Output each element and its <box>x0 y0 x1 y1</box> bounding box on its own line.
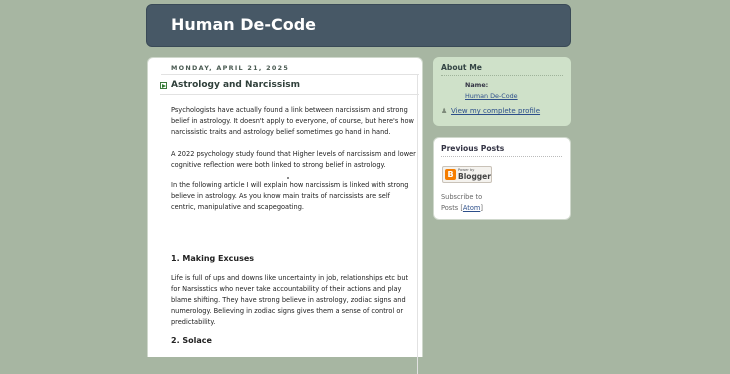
about-divider <box>441 75 563 76</box>
title-divider <box>160 94 419 95</box>
posts-text: Posts <box>441 204 459 212</box>
about-me-title: About Me <box>441 63 482 72</box>
badge-brand: Blogger <box>458 172 491 181</box>
section-heading: 1. Making Excuses <box>171 254 255 263</box>
about-me-widget: About Me Name: Human De-Code ♟ View my c… <box>433 57 571 126</box>
post-arrow-icon <box>160 82 167 89</box>
name-label: Name: <box>465 81 489 89</box>
post-paragraph: Life is full of ups and downs like uncer… <box>171 274 409 326</box>
previous-posts-title: Previous Posts <box>441 144 505 153</box>
subscribe-block: Subscribe to Posts [Atom] <box>441 193 483 212</box>
blogger-icon: B <box>445 169 456 180</box>
blog-header: Human De-Code <box>146 4 571 47</box>
previous-posts-widget: Previous Posts B Power by Blogger Subscr… <box>433 137 571 220</box>
post-paragraph: In the following article I will explain … <box>171 181 409 211</box>
post-paragraph: Psychologists have actually found a link… <box>171 106 414 136</box>
post-container: MONDAY, APRIL 21, 2025 Astrology and Nar… <box>147 57 423 374</box>
stray-dot <box>287 177 289 179</box>
profile-icon: ♟ <box>441 107 448 115</box>
author-name-link[interactable]: Human De-Code <box>465 92 518 100</box>
date-divider <box>161 74 419 75</box>
post-title[interactable]: Astrology and Narcissism <box>171 80 300 90</box>
post-paragraph: A 2022 psychology study found that Highe… <box>171 150 416 169</box>
post-date: MONDAY, APRIL 21, 2025 <box>171 64 290 72</box>
content-border <box>417 74 418 374</box>
blog-title[interactable]: Human De-Code <box>171 15 316 34</box>
section-heading: 2. Solace <box>171 336 212 345</box>
previous-divider <box>441 156 562 157</box>
powered-by-blogger-badge[interactable]: B Power by Blogger <box>442 166 492 183</box>
view-profile-link[interactable]: View my complete profile <box>451 107 540 115</box>
atom-feed-link[interactable]: Atom <box>463 204 480 212</box>
subscribe-text: Subscribe to <box>441 193 483 201</box>
